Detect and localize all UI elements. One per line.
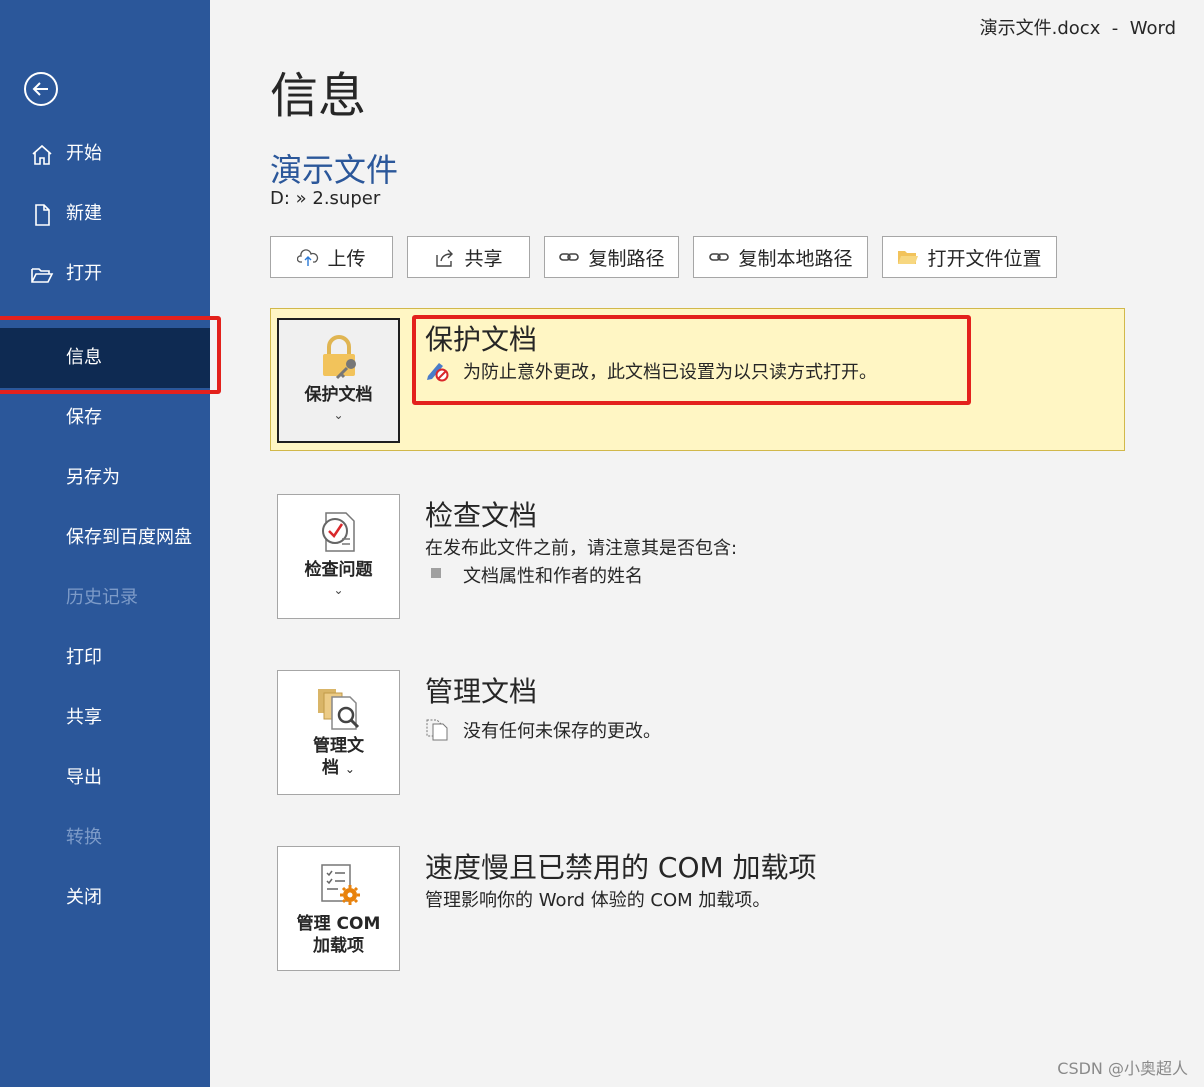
home-icon [32, 144, 52, 165]
link-icon [559, 253, 580, 261]
share-icon [436, 249, 454, 267]
nav-label-close: 关闭 [66, 887, 102, 908]
copy-path-label: 复制路径 [588, 247, 665, 270]
nav-label-convert: 转换 [66, 827, 102, 848]
copy-local-path-button[interactable]: 复制本地路径 [693, 236, 868, 278]
open-file-location-button[interactable]: 打开文件位置 [882, 236, 1057, 278]
inspect-checklist-icon [322, 512, 355, 552]
manage-com-addins-button[interactable]: 管理 COM 加载项 [277, 846, 400, 971]
protect-section-description: 为防止意外更改，此文档已设置为以只读方式打开。 [463, 362, 877, 383]
chevron-down-icon: ⌄ [333, 408, 344, 422]
protect-section-title: 保护文档 [425, 323, 538, 356]
watermark: CSDN @小奥超人 [1057, 1059, 1188, 1078]
copy-local-path-label: 复制本地路径 [738, 247, 853, 270]
inspect-document-button-label: 检查问题 [304, 560, 373, 580]
com-addins-gear-icon [321, 864, 360, 905]
open-folder-icon [31, 268, 54, 283]
inspect-document-button[interactable]: 检查问题 ⌄ [277, 494, 400, 619]
manage-document-button[interactable]: 管理文 档 ⌄ [277, 670, 400, 795]
nav-label-save-as: 另存为 [66, 467, 120, 488]
nav-item-save-baidu[interactable]: 保存到百度网盘 [0, 508, 210, 568]
share-button[interactable]: 共享 [407, 236, 530, 278]
nav-label-new: 新建 [66, 203, 102, 224]
inspect-bullet-item: 文档属性和作者的姓名 [463, 566, 643, 587]
manage-document-button-label-line2: 档 [322, 758, 339, 778]
chevron-down-icon: ⌄ [333, 583, 344, 597]
manage-document-icon [318, 689, 360, 730]
share-label: 共享 [464, 247, 503, 270]
copy-path-button[interactable]: 复制路径 [544, 236, 679, 278]
nav-item-convert: 转换 [0, 808, 210, 868]
protect-document-button-label: 保护文档 [304, 385, 373, 405]
manage-com-addins-button-label-line1: 管理 COM [296, 914, 381, 934]
folder-icon [898, 251, 919, 264]
nav-item-history: 历史记录 [0, 568, 210, 628]
nav-label-save-baidu: 保存到百度网盘 [66, 527, 192, 548]
upload-button[interactable]: 上传 [270, 236, 393, 278]
new-document-icon [35, 204, 50, 226]
manage-section-title: 管理文档 [425, 675, 538, 708]
document-title: 演示文件 [270, 151, 399, 189]
nav-label-export: 导出 [66, 767, 102, 788]
manage-document-button-label-line2-group: 档 ⌄ [278, 757, 399, 780]
nav-item-export[interactable]: 导出 [0, 748, 210, 808]
nav-label-save: 保存 [66, 407, 102, 428]
inspect-section-title: 检查文档 [425, 499, 538, 532]
nav-item-close[interactable]: 关闭 [0, 868, 210, 928]
page-title: 信息 [270, 68, 367, 124]
nav-item-share[interactable]: 共享 [0, 688, 210, 748]
documents-icon [426, 719, 448, 741]
nav-item-home[interactable]: 开始 [0, 124, 210, 184]
nav-label-share: 共享 [66, 707, 102, 728]
back-button[interactable] [24, 72, 58, 106]
nav-label-print: 打印 [66, 647, 102, 668]
nav-label-info: 信息 [66, 347, 102, 368]
lock-key-icon [323, 335, 356, 380]
nav-item-open[interactable]: 打开 [0, 244, 210, 304]
no-edit-icon [427, 363, 449, 382]
nav-item-print[interactable]: 打印 [0, 628, 210, 688]
open-file-location-label: 打开文件位置 [927, 247, 1042, 270]
manage-document-button-label-line1: 管理文 [313, 736, 364, 756]
com-section-description: 管理影响你的 Word 体验的 COM 加载项。 [425, 890, 771, 911]
back-arrow-icon [32, 82, 48, 96]
link-icon [709, 253, 730, 261]
document-path: D: » 2.super [270, 188, 381, 209]
backstage-sidebar: 开始 新建 打开 信息 保存 另存为 保存到百度网盘 历史记录 打印 共享 导出… [0, 0, 210, 1087]
manage-section-description: 没有任何未保存的更改。 [463, 721, 661, 742]
nav-item-new[interactable]: 新建 [0, 184, 210, 244]
manage-com-addins-button-label-line2: 加载项 [313, 936, 364, 956]
window-title: 演示文件.docx - Word [979, 18, 1176, 39]
nav-item-info[interactable]: 信息 [0, 328, 210, 388]
nav-label-home: 开始 [66, 143, 102, 164]
nav-label-history: 历史记录 [66, 587, 138, 608]
protect-document-button[interactable]: 保护文档 ⌄ [277, 318, 400, 443]
com-section-title: 速度慢且已禁用的 COM 加载项 [425, 851, 817, 884]
inspect-section-description: 在发布此文件之前，请注意其是否包含: [425, 538, 738, 559]
bullet-square-icon [431, 568, 441, 578]
nav-label-open: 打开 [66, 263, 102, 284]
upload-label: 上传 [327, 247, 366, 270]
chevron-down-icon: ⌄ [344, 762, 355, 776]
nav-item-save[interactable]: 保存 [0, 388, 210, 448]
nav-item-save-as[interactable]: 另存为 [0, 448, 210, 508]
cloud-upload-icon [297, 249, 319, 266]
